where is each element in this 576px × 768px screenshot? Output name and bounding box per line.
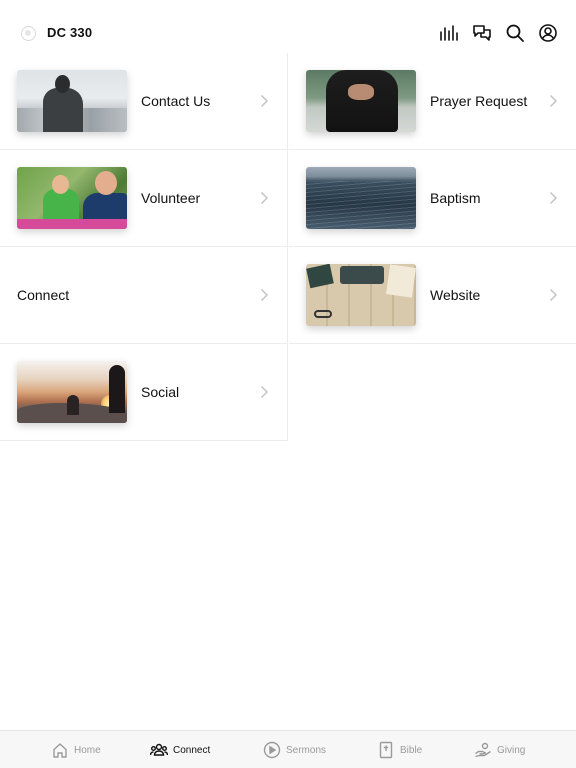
grid-item-volunteer[interactable]: Volunteer (0, 150, 288, 247)
home-icon (53, 743, 67, 758)
tab-label: Home (74, 744, 101, 756)
app-title: DC 330 (47, 25, 93, 40)
account-icon[interactable] (538, 23, 558, 43)
play-circle-icon (263, 741, 281, 759)
grid-item-label: Volunteer (141, 190, 201, 206)
search-icon[interactable] (505, 23, 525, 43)
chevron-right-icon (549, 94, 558, 108)
grid-item-label: Website (430, 287, 481, 303)
grid-item-social[interactable]: Social (0, 344, 288, 441)
tab-label: Bible (400, 744, 423, 756)
people-icon (150, 743, 168, 756)
grid-item-label: Connect (17, 287, 70, 303)
logo-icon (21, 26, 36, 41)
thumbnail-image (306, 167, 416, 229)
tab-giving[interactable]: Giving (474, 731, 525, 768)
tab-label: Giving (497, 744, 526, 756)
chevron-right-icon (549, 191, 558, 205)
chevron-right-icon (260, 385, 269, 399)
thumbnail-image (17, 70, 127, 132)
tab-bible[interactable]: Bible (377, 731, 422, 768)
thumbnail-image (306, 264, 416, 326)
chevron-right-icon (260, 191, 269, 205)
bottom-tab-bar: Home Connect Sermons Bible Giving (0, 730, 576, 768)
audio-bars-icon[interactable] (439, 23, 459, 43)
grid-item-baptism[interactable]: Baptism (289, 150, 576, 247)
tab-label: Connect (173, 744, 211, 756)
bible-icon (379, 741, 393, 759)
thumbnail-image (17, 361, 127, 423)
grid-item-label: Baptism (430, 190, 481, 206)
chevron-right-icon (260, 94, 269, 108)
chevron-right-icon (549, 288, 558, 302)
grid-item-connect[interactable]: Connect (0, 247, 288, 344)
app-header: DC 330 (0, 0, 576, 56)
grid-item-label: Prayer Request (430, 93, 528, 109)
thumbnail-image (17, 167, 127, 229)
chat-icon[interactable] (472, 23, 492, 43)
thumbnail-image (306, 70, 416, 132)
chevron-right-icon (260, 288, 269, 302)
giving-hand-icon (475, 742, 491, 758)
tab-home[interactable]: Home (51, 731, 101, 768)
grid-item-prayer-request[interactable]: Prayer Request (289, 53, 576, 150)
tab-sermons[interactable]: Sermons (263, 731, 326, 768)
grid-item-label: Social (141, 384, 180, 400)
grid-item-website[interactable]: Website (289, 247, 576, 344)
tab-connect[interactable]: Connect (150, 731, 210, 768)
grid-item-contact-us[interactable]: Contact Us (0, 53, 288, 150)
grid-item-label: Contact Us (141, 93, 211, 109)
tab-label: Sermons (286, 744, 327, 756)
